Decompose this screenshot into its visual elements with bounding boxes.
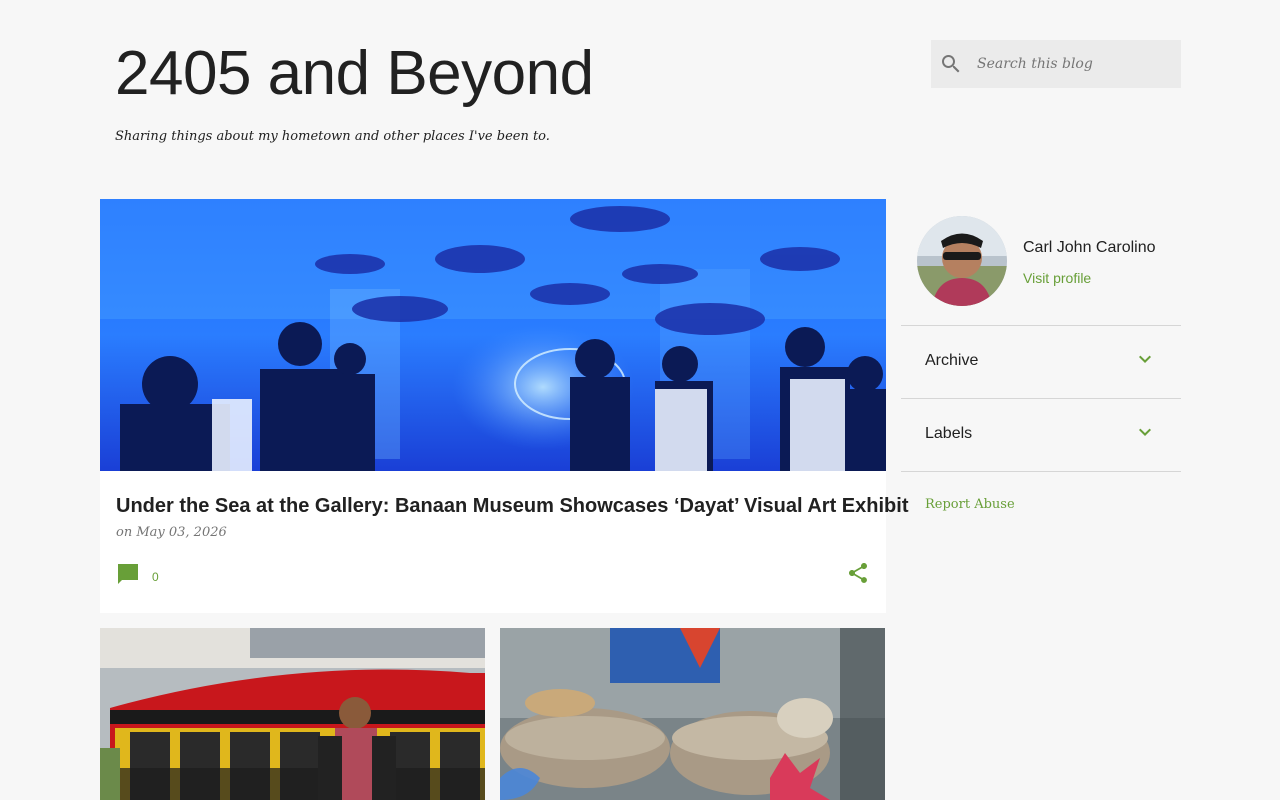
featured-post-title[interactable]: Under the Sea at the Gallery: Banaan Mus… xyxy=(116,495,908,518)
share-icon[interactable] xyxy=(846,561,870,585)
labels-widget[interactable]: Labels xyxy=(901,410,1181,458)
search-box[interactable] xyxy=(931,40,1181,88)
archive-widget[interactable]: Archive xyxy=(901,337,1181,385)
labels-label: Labels xyxy=(925,425,973,442)
featured-post: Under the Sea at the Gallery: Banaan Mus… xyxy=(100,199,908,613)
avatar[interactable] xyxy=(917,216,1007,306)
visit-profile-link[interactable]: Visit profile xyxy=(1023,270,1091,286)
chevron-down-icon[interactable] xyxy=(1133,347,1157,376)
post-card-image[interactable] xyxy=(100,628,485,800)
divider xyxy=(901,325,1181,326)
divider xyxy=(901,398,1181,399)
blog-title[interactable]: 2405 and Beyond xyxy=(115,38,594,109)
comment-count: 0 xyxy=(152,569,159,584)
comment-link[interactable]: 0 xyxy=(116,562,159,591)
profile-name[interactable]: Carl John Carolino xyxy=(1023,239,1156,257)
archive-label: Archive xyxy=(925,352,979,369)
featured-post-date: on May 03, 2026 xyxy=(116,525,227,540)
comment-icon xyxy=(116,562,140,591)
blog-description: Sharing things about my hometown and oth… xyxy=(115,129,550,144)
chevron-down-icon[interactable] xyxy=(1133,420,1157,449)
post-card-image[interactable] xyxy=(500,628,885,800)
report-abuse-link[interactable]: Report Abuse xyxy=(925,497,1015,512)
featured-post-image[interactable] xyxy=(100,199,886,471)
search-input[interactable] xyxy=(971,40,1161,88)
divider xyxy=(901,471,1181,472)
search-icon[interactable] xyxy=(931,40,971,88)
